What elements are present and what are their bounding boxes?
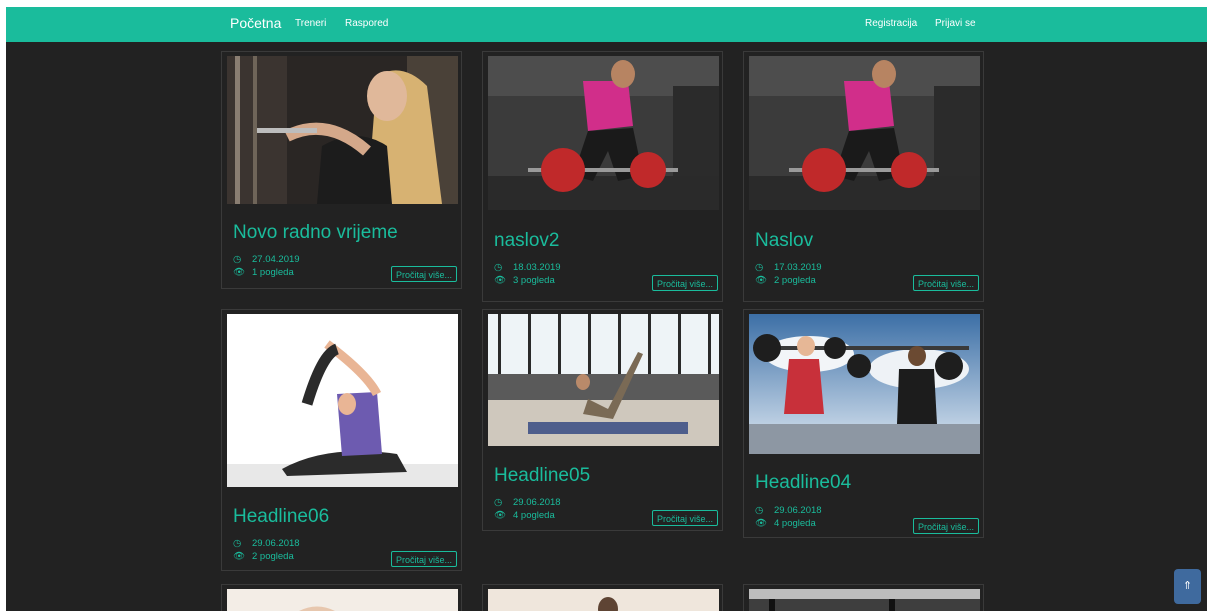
nav-link-prijavi-se[interactable]: Prijavi se bbox=[935, 18, 976, 29]
post-card: Novo radno vrijeme ◷ 27.04.2019 👁 1 pogled… bbox=[221, 51, 462, 289]
post-views: 👁 1 pogleda bbox=[233, 267, 294, 278]
post-title[interactable]: Naslov bbox=[755, 230, 813, 252]
page-frame: Početna Treneri Raspored Registracija Pr… bbox=[6, 7, 1207, 611]
eye-icon: 👁 bbox=[233, 551, 246, 562]
clock-icon: ◷ bbox=[755, 262, 764, 273]
clock-icon: ◷ bbox=[494, 497, 503, 508]
post-date: ◷ 29.06.2018 bbox=[233, 538, 300, 549]
eye-icon: 👁 bbox=[233, 267, 246, 278]
post-date: ◷ 29.06.2018 bbox=[494, 497, 561, 508]
post-image[interactable] bbox=[749, 314, 980, 454]
read-more-button[interactable]: Pročitaj više... bbox=[651, 275, 718, 291]
post-views: 👁 2 pogleda bbox=[233, 551, 294, 562]
post-image[interactable] bbox=[227, 56, 458, 204]
scroll-to-top-button[interactable]: ⇑ bbox=[1174, 569, 1201, 604]
post-views: 👁 4 pogleda bbox=[494, 510, 555, 521]
post-image[interactable] bbox=[749, 589, 980, 611]
post-card: Naslov ◷ 17.03.2019 👁 2 pogleda Pročitaj v… bbox=[743, 51, 984, 302]
post-image[interactable] bbox=[227, 314, 458, 487]
eye-icon: 👁 bbox=[755, 518, 768, 529]
nav-link-raspored[interactable]: Raspored bbox=[345, 18, 388, 29]
post-card bbox=[482, 584, 723, 611]
arrow-up-icon: ⇑ bbox=[1182, 580, 1193, 592]
top-navbar: Početna Treneri Raspored Registracija Pr… bbox=[6, 7, 1207, 42]
post-title[interactable]: Novo radno vrijeme bbox=[233, 222, 398, 244]
read-more-button[interactable]: Pročitaj više... bbox=[390, 551, 457, 567]
post-title[interactable]: Headline04 bbox=[755, 472, 851, 494]
post-image[interactable] bbox=[488, 589, 719, 611]
clock-icon: ◷ bbox=[494, 262, 503, 273]
post-card bbox=[743, 584, 984, 611]
post-card: Headline05 ◷ 29.06.2018 👁 4 pogleda Pročit… bbox=[482, 309, 723, 531]
post-date: ◷ 27.04.2019 bbox=[233, 254, 300, 265]
post-views: 👁 4 pogleda bbox=[755, 518, 816, 529]
post-views: 👁 3 pogleda bbox=[494, 275, 555, 286]
post-image[interactable] bbox=[488, 56, 719, 210]
post-date: ◷ 18.03.2019 bbox=[494, 262, 561, 273]
post-title[interactable]: naslov2 bbox=[494, 230, 560, 252]
eye-icon: 👁 bbox=[494, 275, 507, 286]
read-more-button[interactable]: Pročitaj više... bbox=[912, 275, 979, 291]
read-more-button[interactable]: Pročitaj više... bbox=[390, 266, 457, 282]
post-title[interactable]: Headline05 bbox=[494, 465, 590, 487]
nav-home-link[interactable]: Početna bbox=[230, 15, 281, 31]
post-date: ◷ 29.06.2018 bbox=[755, 505, 822, 516]
read-more-button[interactable]: Pročitaj više... bbox=[651, 510, 718, 526]
post-image[interactable] bbox=[749, 56, 980, 210]
clock-icon: ◷ bbox=[755, 505, 764, 516]
read-more-button[interactable]: Pročitaj više... bbox=[912, 518, 979, 534]
clock-icon: ◷ bbox=[233, 254, 242, 265]
post-image[interactable] bbox=[227, 589, 458, 611]
post-date: ◷ 17.03.2019 bbox=[755, 262, 822, 273]
post-image[interactable] bbox=[488, 314, 719, 446]
post-views: 👁 2 pogleda bbox=[755, 275, 816, 286]
eye-icon: 👁 bbox=[494, 510, 507, 521]
nav-link-treneri[interactable]: Treneri bbox=[295, 18, 326, 29]
post-title[interactable]: Headline06 bbox=[233, 506, 329, 528]
eye-icon: 👁 bbox=[755, 275, 768, 286]
post-card bbox=[221, 584, 462, 611]
post-card: Headline06 ◷ 29.06.2018 👁 2 pogleda Pročit… bbox=[221, 309, 462, 571]
clock-icon: ◷ bbox=[233, 538, 242, 549]
nav-link-registracija[interactable]: Registracija bbox=[865, 18, 917, 29]
post-card: naslov2 ◷ 18.03.2019 👁 3 pogleda Pročitaj … bbox=[482, 51, 723, 302]
post-card: Headline04 ◷ 29.06.2018 👁 4 pogleda Pročit… bbox=[743, 309, 984, 538]
